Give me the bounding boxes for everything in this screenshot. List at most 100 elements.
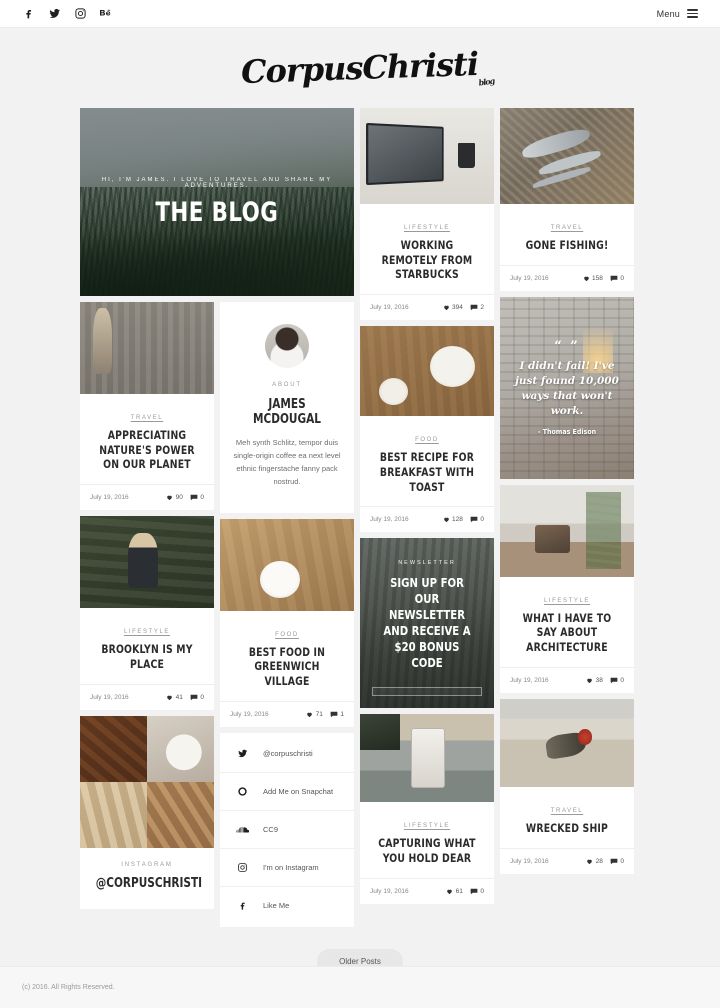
like-count[interactable]: 128 (443, 516, 463, 523)
instagram-card[interactable]: INSTAGRAM @CORPUSCHRISTI (80, 715, 214, 909)
like-count[interactable]: 38 (586, 677, 603, 684)
comment-count[interactable]: 2 (470, 304, 484, 311)
logo-subtitle: blog (478, 75, 496, 88)
instagram-photo[interactable] (80, 781, 147, 848)
like-number: 128 (452, 516, 463, 524)
instagram-photo[interactable] (147, 781, 214, 848)
grid-column-left: HI, I'M JAMES. I LOVE TO TRAVEL AND SHAR… (80, 108, 354, 927)
hero-card[interactable]: HI, I'M JAMES. I LOVE TO TRAVEL AND SHAR… (80, 108, 354, 296)
social-link-instagram[interactable]: I'm on Instagram (220, 849, 354, 887)
post-date: July 19, 2016 (90, 693, 129, 701)
newsletter-title: SIGN UP FOR OUR NEWSLETTER AND RECEIVE A… (383, 575, 471, 671)
instagram-photo[interactable] (147, 715, 214, 782)
behance-icon[interactable] (100, 7, 113, 20)
comment-count[interactable]: 0 (470, 888, 484, 895)
like-count[interactable]: 394 (443, 304, 463, 311)
comment-number: 0 (620, 274, 624, 282)
comment-number: 2 (480, 304, 484, 312)
post-card-gone-fishing[interactable]: TRAVEL GONE FISHING! July 19, 2016 158 0 (500, 108, 634, 291)
post-grid: HI, I'M JAMES. I LOVE TO TRAVEL AND SHAR… (80, 108, 640, 927)
like-number: 41 (175, 693, 183, 701)
post-title[interactable]: WRECKED SHIP (516, 821, 619, 836)
post-card-brooklyn[interactable]: LIFESTYLE BROOKLYN IS MY PLACE July 19, … (80, 516, 214, 710)
instagram-photo[interactable] (80, 715, 147, 782)
post-category[interactable]: TRAVEL (551, 225, 584, 231)
comment-count[interactable]: 0 (610, 858, 624, 865)
post-thumbnail (360, 714, 494, 803)
like-count[interactable]: 28 (586, 858, 603, 865)
like-count[interactable]: 41 (166, 694, 183, 701)
comment-count[interactable]: 0 (470, 516, 484, 523)
grid-subcolumn-1: TRAVEL APPRECIATING NATURE'S POWER ON OU… (80, 302, 214, 909)
post-title[interactable]: WHAT I HAVE TO SAY ABOUT ARCHITECTURE (516, 611, 619, 655)
footer: (c) 2016. All Rights Reserved. (0, 966, 720, 1008)
avatar (265, 324, 309, 368)
post-title[interactable]: WORKING REMOTELY FROM STARBUCKS (376, 238, 479, 282)
comment-count[interactable]: 0 (610, 677, 624, 684)
post-thumbnail (500, 698, 634, 787)
post-title[interactable]: BROOKLYN IS MY PLACE (96, 642, 199, 671)
newsletter-email-input[interactable] (372, 687, 482, 697)
comment-count[interactable]: 0 (190, 694, 204, 701)
post-card-architecture[interactable]: LIFESTYLE WHAT I HAVE TO SAY ABOUT ARCHI… (500, 484, 634, 693)
like-count[interactable]: 61 (446, 888, 463, 895)
post-thumbnail (360, 108, 494, 204)
comment-icon (330, 711, 338, 717)
about-card: ABOUT JAMES MCDOUGAL Meh synth Schlitz, … (220, 302, 354, 513)
post-category[interactable]: LIFESTYLE (124, 629, 170, 635)
post-card-best-recipe[interactable]: FOOD BEST RECIPE FOR BREAKFAST WITH TOAS… (360, 326, 494, 533)
post-title[interactable]: BEST FOOD IN GREENWICH VILLAGE (236, 645, 339, 689)
post-thumbnail (500, 108, 634, 204)
menu-button[interactable]: Menu (657, 9, 698, 19)
like-count[interactable]: 90 (166, 494, 183, 501)
post-card-appreciating-nature[interactable]: TRAVEL APPRECIATING NATURE'S POWER ON OU… (80, 302, 214, 511)
social-link-snapchat[interactable]: Add Me on Snapchat (220, 773, 354, 811)
instagram-icon[interactable] (74, 7, 87, 20)
post-thumbnail (80, 302, 214, 394)
post-card-wrecked-ship[interactable]: TRAVEL WRECKED SHIP July 19, 2016 28 0 (500, 698, 634, 874)
about-kicker: ABOUT (272, 382, 302, 388)
comment-icon (190, 494, 198, 501)
comment-icon (610, 275, 618, 281)
post-date: July 19, 2016 (370, 887, 409, 895)
post-title[interactable]: BEST RECIPE FOR BREAKFAST WITH TOAST (376, 450, 479, 494)
twitter-icon[interactable] (48, 7, 61, 20)
social-link-soundcloud[interactable]: CC9 (220, 811, 354, 849)
heart-icon (167, 495, 172, 501)
instagram-kicker: INSTAGRAM (121, 861, 173, 868)
post-category[interactable]: FOOD (415, 437, 439, 443)
post-category[interactable]: LIFESTYLE (404, 823, 450, 829)
post-meta: July 19, 2016 128 0 (360, 506, 494, 532)
hero-kicker: HI, I'M JAMES. I LOVE TO TRAVEL AND SHAR… (101, 176, 333, 189)
like-count[interactable]: 158 (583, 275, 603, 282)
comment-count[interactable]: 0 (610, 275, 624, 282)
site-logo[interactable]: CorpusChristi blog (0, 28, 720, 108)
post-meta: July 19, 2016 41 0 (80, 683, 214, 710)
post-category[interactable]: TRAVEL (551, 808, 584, 814)
post-category[interactable]: LIFESTYLE (544, 598, 590, 604)
instagram-handle[interactable]: @CORPUSCHRISTI (96, 876, 202, 891)
post-card-capturing[interactable]: LIFESTYLE CAPTURING WHAT YOU HOLD DEAR J… (360, 714, 494, 904)
like-number: 38 (595, 676, 603, 684)
grid-column-4: TRAVEL GONE FISHING! July 19, 2016 158 0 (500, 108, 634, 874)
like-number: 28 (595, 857, 603, 865)
social-link-twitter[interactable]: @corpuschristi (220, 735, 354, 773)
post-card-greenwich[interactable]: FOOD BEST FOOD IN GREENWICH VILLAGE July… (220, 518, 354, 727)
post-card-working-remotely[interactable]: LIFESTYLE WORKING REMOTELY FROM STARBUCK… (360, 108, 494, 321)
post-title[interactable]: GONE FISHING! (516, 238, 619, 253)
comment-icon (470, 888, 478, 895)
comment-count[interactable]: 1 (330, 711, 344, 718)
post-category[interactable]: FOOD (275, 632, 299, 638)
post-category[interactable]: TRAVEL (131, 415, 164, 421)
comment-number: 0 (620, 857, 624, 865)
heart-icon (443, 517, 449, 523)
heart-icon (167, 695, 172, 700)
facebook-icon[interactable] (22, 7, 35, 20)
post-title[interactable]: CAPTURING WHAT YOU HOLD DEAR (376, 836, 479, 865)
comment-count[interactable]: 0 (190, 494, 204, 501)
post-date: July 19, 2016 (510, 857, 549, 865)
social-link-facebook[interactable]: Like Me (220, 887, 354, 925)
post-title[interactable]: APPRECIATING NATURE'S POWER ON OUR PLANE… (96, 428, 199, 472)
like-count[interactable]: 71 (306, 711, 323, 718)
post-category[interactable]: LIFESTYLE (404, 225, 450, 231)
